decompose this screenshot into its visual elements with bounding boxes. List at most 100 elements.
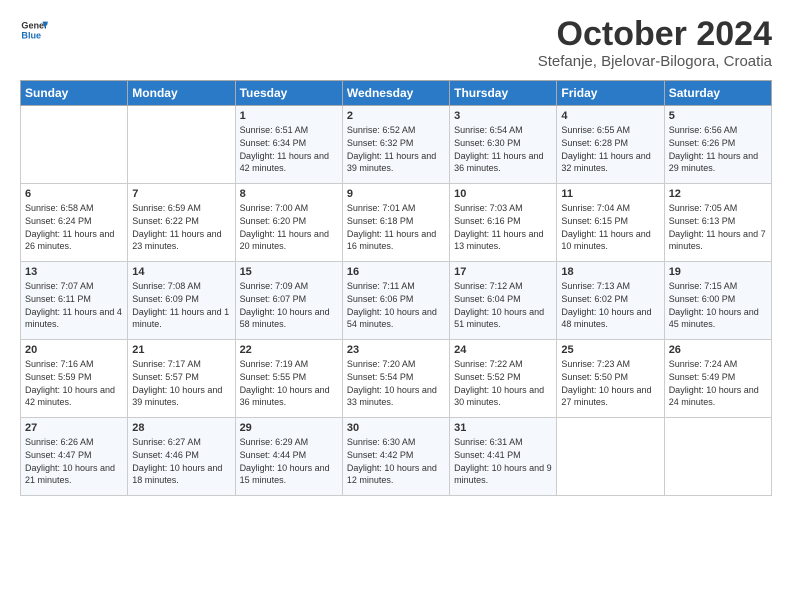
calendar-day-cell: 29 Sunrise: 6:29 AM Sunset: 4:44 PM Dayli… xyxy=(235,418,342,496)
day-info: Sunrise: 6:56 AM Sunset: 6:26 PM Dayligh… xyxy=(669,124,767,174)
calendar-week-row: 6 Sunrise: 6:58 AM Sunset: 6:24 PM Daylig… xyxy=(21,184,772,262)
day-info: Sunrise: 7:00 AM Sunset: 6:20 PM Dayligh… xyxy=(240,202,338,252)
calendar-day-cell: 5 Sunrise: 6:56 AM Sunset: 6:26 PM Daylig… xyxy=(664,106,771,184)
day-info: Sunrise: 6:59 AM Sunset: 6:22 PM Dayligh… xyxy=(132,202,230,252)
calendar-day-cell xyxy=(128,106,235,184)
day-info: Sunrise: 6:30 AM Sunset: 4:42 PM Dayligh… xyxy=(347,436,445,486)
logo: General Blue xyxy=(20,16,48,44)
calendar-day-cell: 24Sunrise: 7:22 AM Sunset: 5:52 PM Dayli… xyxy=(450,340,557,418)
day-info: Sunrise: 6:26 AM Sunset: 4:47 PM Dayligh… xyxy=(25,436,123,486)
day-info: Sunrise: 7:13 AM Sunset: 6:02 PM Dayligh… xyxy=(561,280,659,330)
calendar-day-cell: 4 Sunrise: 6:55 AM Sunset: 6:28 PM Daylig… xyxy=(557,106,664,184)
day-number: 14 xyxy=(132,266,230,278)
day-info: Sunrise: 6:51 AM Sunset: 6:34 PM Dayligh… xyxy=(240,124,338,174)
calendar-week-row: 27 Sunrise: 6:26 AM Sunset: 4:47 PM Dayli… xyxy=(21,418,772,496)
calendar-week-row: 1 Sunrise: 6:51 AM Sunset: 6:34 PM Daylig… xyxy=(21,106,772,184)
calendar-header-cell: Tuesday xyxy=(235,81,342,106)
calendar-header-cell: Friday xyxy=(557,81,664,106)
day-info: Sunrise: 6:55 AM Sunset: 6:28 PM Dayligh… xyxy=(561,124,659,174)
day-info: Sunrise: 7:11 AM Sunset: 6:06 PM Dayligh… xyxy=(347,280,445,330)
calendar-table: SundayMondayTuesdayWednesdayThursdayFrid… xyxy=(20,80,772,496)
location: Stefanje, Bjelovar-Bilogora, Croatia xyxy=(538,53,772,70)
calendar-day-cell: 19 Sunrise: 7:15 AM Sunset: 6:00 PM Dayli… xyxy=(664,262,771,340)
calendar-day-cell: 31Sunrise: 6:31 AM Sunset: 4:41 PM Dayli… xyxy=(450,418,557,496)
logo-icon: General Blue xyxy=(20,16,48,44)
calendar-day-cell xyxy=(557,418,664,496)
day-number: 3 xyxy=(454,110,552,122)
calendar-day-cell: 7 Sunrise: 6:59 AM Sunset: 6:22 PM Daylig… xyxy=(128,184,235,262)
day-number: 26 xyxy=(669,344,767,356)
day-number: 9 xyxy=(347,188,445,200)
day-number: 12 xyxy=(669,188,767,200)
day-info: Sunrise: 6:58 AM Sunset: 6:24 PM Dayligh… xyxy=(25,202,123,252)
day-info: Sunrise: 7:15 AM Sunset: 6:00 PM Dayligh… xyxy=(669,280,767,330)
calendar-day-cell: 30 Sunrise: 6:30 AM Sunset: 4:42 PM Dayli… xyxy=(342,418,449,496)
day-number: 4 xyxy=(561,110,659,122)
calendar-week-row: 13Sunrise: 7:07 AM Sunset: 6:11 PM Dayli… xyxy=(21,262,772,340)
day-number: 5 xyxy=(669,110,767,122)
day-number: 2 xyxy=(347,110,445,122)
day-info: Sunrise: 7:03 AM Sunset: 6:16 PM Dayligh… xyxy=(454,202,552,252)
day-number: 1 xyxy=(240,110,338,122)
calendar-day-cell: 25Sunrise: 7:23 AM Sunset: 5:50 PM Dayli… xyxy=(557,340,664,418)
day-number: 8 xyxy=(240,188,338,200)
day-number: 29 xyxy=(240,422,338,434)
day-number: 30 xyxy=(347,422,445,434)
calendar-day-cell: 9 Sunrise: 7:01 AM Sunset: 6:18 PM Daylig… xyxy=(342,184,449,262)
calendar-header-cell: Wednesday xyxy=(342,81,449,106)
calendar-header-cell: Monday xyxy=(128,81,235,106)
day-number: 24 xyxy=(454,344,552,356)
day-number: 6 xyxy=(25,188,123,200)
day-number: 23 xyxy=(347,344,445,356)
day-info: Sunrise: 7:12 AM Sunset: 6:04 PM Dayligh… xyxy=(454,280,552,330)
calendar-header-cell: Saturday xyxy=(664,81,771,106)
page: General Blue October 2024 Stefanje, Bjel… xyxy=(0,0,792,506)
calendar-day-cell: 8 Sunrise: 7:00 AM Sunset: 6:20 PM Daylig… xyxy=(235,184,342,262)
day-info: Sunrise: 6:27 AM Sunset: 4:46 PM Dayligh… xyxy=(132,436,230,486)
calendar-day-cell xyxy=(664,418,771,496)
day-info: Sunrise: 7:09 AM Sunset: 6:07 PM Dayligh… xyxy=(240,280,338,330)
calendar-day-cell: 26 Sunrise: 7:24 AM Sunset: 5:49 PM Dayli… xyxy=(664,340,771,418)
day-info: Sunrise: 7:20 AM Sunset: 5:54 PM Dayligh… xyxy=(347,358,445,408)
month-title: October 2024 xyxy=(538,16,772,53)
day-info: Sunrise: 7:16 AM Sunset: 5:59 PM Dayligh… xyxy=(25,358,123,408)
calendar-day-cell: 10 Sunrise: 7:03 AM Sunset: 6:16 PM Dayli… xyxy=(450,184,557,262)
calendar-day-cell: 13Sunrise: 7:07 AM Sunset: 6:11 PM Dayli… xyxy=(21,262,128,340)
day-number: 27 xyxy=(25,422,123,434)
calendar-header-cell: Sunday xyxy=(21,81,128,106)
day-number: 20 xyxy=(25,344,123,356)
day-number: 16 xyxy=(347,266,445,278)
day-info: Sunrise: 6:52 AM Sunset: 6:32 PM Dayligh… xyxy=(347,124,445,174)
day-number: 15 xyxy=(240,266,338,278)
calendar-day-cell: 2 Sunrise: 6:52 AM Sunset: 6:32 PM Daylig… xyxy=(342,106,449,184)
day-number: 11 xyxy=(561,188,659,200)
calendar-day-cell: 15 Sunrise: 7:09 AM Sunset: 6:07 PM Dayli… xyxy=(235,262,342,340)
day-number: 19 xyxy=(669,266,767,278)
day-number: 25 xyxy=(561,344,659,356)
day-info: Sunrise: 6:29 AM Sunset: 4:44 PM Dayligh… xyxy=(240,436,338,486)
day-info: Sunrise: 6:54 AM Sunset: 6:30 PM Dayligh… xyxy=(454,124,552,174)
day-number: 13 xyxy=(25,266,123,278)
day-number: 21 xyxy=(132,344,230,356)
day-info: Sunrise: 7:01 AM Sunset: 6:18 PM Dayligh… xyxy=(347,202,445,252)
day-number: 31 xyxy=(454,422,552,434)
day-info: Sunrise: 7:08 AM Sunset: 6:09 PM Dayligh… xyxy=(132,280,230,330)
calendar-day-cell: 22 Sunrise: 7:19 AM Sunset: 5:55 PM Dayli… xyxy=(235,340,342,418)
day-info: Sunrise: 7:24 AM Sunset: 5:49 PM Dayligh… xyxy=(669,358,767,408)
calendar-day-cell: 28Sunrise: 6:27 AM Sunset: 4:46 PM Dayli… xyxy=(128,418,235,496)
calendar-day-cell: 16 Sunrise: 7:11 AM Sunset: 6:06 PM Dayli… xyxy=(342,262,449,340)
calendar-week-row: 20 Sunrise: 7:16 AM Sunset: 5:59 PM Dayli… xyxy=(21,340,772,418)
day-number: 10 xyxy=(454,188,552,200)
calendar-day-cell: 14 Sunrise: 7:08 AM Sunset: 6:09 PM Dayli… xyxy=(128,262,235,340)
calendar-day-cell: 18Sunrise: 7:13 AM Sunset: 6:02 PM Dayli… xyxy=(557,262,664,340)
day-info: Sunrise: 7:04 AM Sunset: 6:15 PM Dayligh… xyxy=(561,202,659,252)
day-info: Sunrise: 7:19 AM Sunset: 5:55 PM Dayligh… xyxy=(240,358,338,408)
calendar-header-row: SundayMondayTuesdayWednesdayThursdayFrid… xyxy=(21,81,772,106)
calendar-day-cell: 1 Sunrise: 6:51 AM Sunset: 6:34 PM Daylig… xyxy=(235,106,342,184)
calendar-day-cell: 20 Sunrise: 7:16 AM Sunset: 5:59 PM Dayli… xyxy=(21,340,128,418)
day-number: 22 xyxy=(240,344,338,356)
day-number: 17 xyxy=(454,266,552,278)
calendar-day-cell: 12Sunrise: 7:05 AM Sunset: 6:13 PM Dayli… xyxy=(664,184,771,262)
day-number: 7 xyxy=(132,188,230,200)
calendar-day-cell: 17 Sunrise: 7:12 AM Sunset: 6:04 PM Dayli… xyxy=(450,262,557,340)
